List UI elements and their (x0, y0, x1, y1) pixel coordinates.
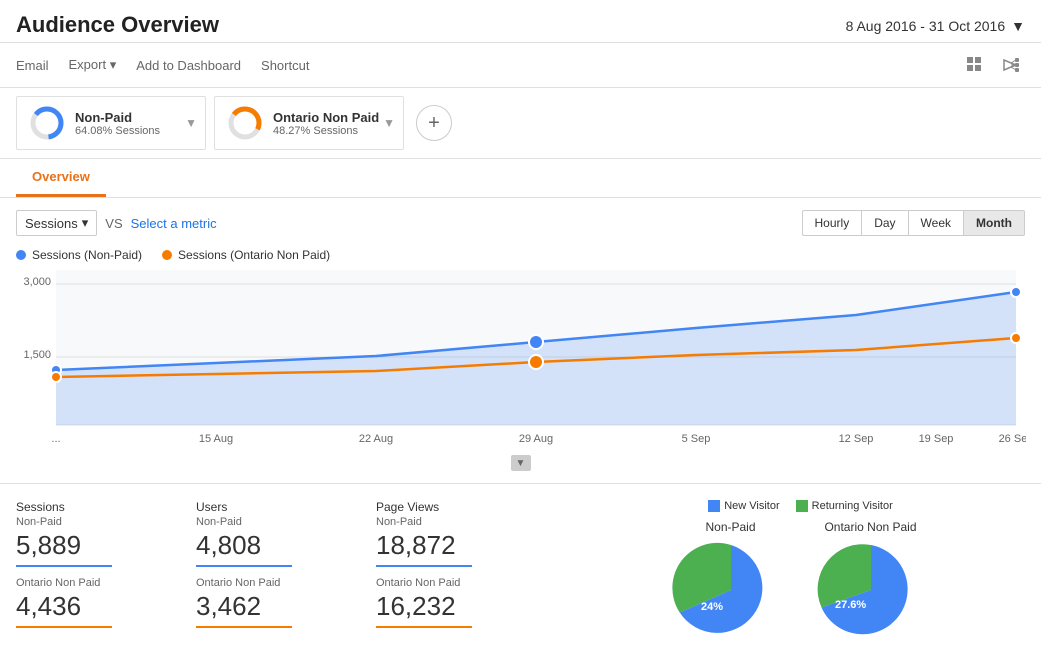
pie-section: New Visitor Returning Visitor Non-Paid 2… (556, 500, 1025, 643)
metric-label: Sessions (25, 216, 78, 231)
segment2-sub: 48.27% Sessions (273, 125, 379, 137)
time-btn-day[interactable]: Day (862, 210, 908, 236)
tab-overview[interactable]: Overview (16, 159, 106, 197)
svg-text:22 Aug: 22 Aug (359, 433, 393, 445)
stat-sessions-val1: 5,889 (16, 530, 176, 561)
stat-sessions-val2: 4,436 (16, 591, 176, 622)
pie-nonpaid-title: Non-Paid (671, 520, 791, 534)
stat-users-val2: 3,462 (196, 591, 356, 622)
add-segment-button[interactable]: + (416, 105, 452, 141)
pie-legend-returning: Returning Visitor (796, 500, 893, 512)
pie-legend-returning-label: Returning Visitor (812, 500, 893, 512)
pie-legend-new-label: New Visitor (724, 500, 779, 512)
svg-text:19 Sep: 19 Sep (919, 433, 954, 445)
svg-text:29 Aug: 29 Aug (519, 433, 553, 445)
svg-text:1,500: 1,500 (23, 349, 51, 361)
date-range-text: 8 Aug 2016 - 31 Oct 2016 (846, 18, 1006, 34)
segment-card-nonpaid[interactable]: Non-Paid 64.08% Sessions ▼ (16, 96, 206, 150)
time-btn-month[interactable]: Month (964, 210, 1025, 236)
stat-pageviews-val2: 16,232 (376, 591, 536, 622)
legend-dot-ontario (162, 250, 172, 260)
stat-pageviews: Page Views Non-Paid 18,872 Ontario Non P… (376, 500, 556, 643)
segment2-name: Ontario Non Paid (273, 110, 379, 125)
legend-nonpaid: Sessions (Non-Paid) (16, 248, 142, 262)
time-btn-week[interactable]: Week (909, 210, 964, 236)
vs-text: VS (105, 216, 122, 231)
stat-sessions-seg1: Non-Paid (16, 516, 176, 528)
page-title: Audience Overview (16, 12, 219, 38)
stat-sessions-label: Sessions (16, 500, 176, 514)
pie-ontario: Ontario Non Paid 27.6% (811, 520, 931, 643)
pie-legend-box-returning (796, 500, 808, 512)
chart-scroll-indicator[interactable]: ▼ (511, 455, 531, 471)
segment1-name: Non-Paid (75, 110, 160, 125)
svg-text:3,000: 3,000 (23, 276, 51, 288)
legend-label-nonpaid: Sessions (Non-Paid) (32, 248, 142, 262)
pie-ontario-title: Ontario Non Paid (811, 520, 931, 534)
date-dropdown-icon[interactable]: ▼ (1011, 18, 1025, 34)
svg-text:26 Sep: 26 Sep (999, 433, 1026, 445)
stat-users: Users Non-Paid 4,808 Ontario Non Paid 3,… (196, 500, 376, 643)
svg-text:27.6%: 27.6% (835, 599, 866, 611)
stat-pageviews-seg1: Non-Paid (376, 516, 536, 528)
stat-pageviews-label: Page Views (376, 500, 536, 514)
stat-pageviews-val1: 18,872 (376, 530, 536, 561)
toolbar-email[interactable]: Email (16, 58, 49, 73)
grid-icon[interactable] (961, 51, 989, 79)
segment1-sub: 64.08% Sessions (75, 125, 160, 137)
toolbar-shortcut[interactable]: Shortcut (261, 58, 309, 73)
stat-sessions-seg2: Ontario Non Paid (16, 577, 176, 589)
stat-users-val1: 4,808 (196, 530, 356, 561)
stat-users-seg2: Ontario Non Paid (196, 577, 356, 589)
toolbar-export[interactable]: Export ▾ (69, 57, 117, 73)
stat-users-label: Users (196, 500, 356, 514)
svg-text:15 Aug: 15 Aug (199, 433, 233, 445)
pie-legend-new: New Visitor (708, 500, 779, 512)
share-icon[interactable] (997, 51, 1025, 79)
toolbar-add-dashboard[interactable]: Add to Dashboard (136, 58, 241, 73)
time-btn-hourly[interactable]: Hourly (802, 210, 863, 236)
chart-area: 3,000 1,500 ... 15 Au (16, 270, 1025, 471)
stat-pageviews-seg2: Ontario Non Paid (376, 577, 536, 589)
svg-text:5 Sep: 5 Sep (682, 433, 711, 445)
segment-card-ontario[interactable]: Ontario Non Paid 48.27% Sessions ▼ (214, 96, 404, 150)
legend-ontario: Sessions (Ontario Non Paid) (162, 248, 330, 262)
select-metric-link[interactable]: Select a metric (131, 216, 217, 231)
svg-text:...: ... (51, 433, 60, 445)
pie-legend-box-new (708, 500, 720, 512)
segment1-dropdown-icon[interactable]: ▼ (185, 116, 197, 130)
metric-select[interactable]: Sessions ▾ (16, 210, 97, 236)
svg-text:12 Sep: 12 Sep (839, 433, 874, 445)
legend-dot-nonpaid (16, 250, 26, 260)
segment2-dropdown-icon[interactable]: ▼ (383, 116, 395, 130)
stat-users-seg1: Non-Paid (196, 516, 356, 528)
stat-sessions: Sessions Non-Paid 5,889 Ontario Non Paid… (16, 500, 196, 643)
legend-label-ontario: Sessions (Ontario Non Paid) (178, 248, 330, 262)
svg-text:24%: 24% (701, 601, 723, 613)
pie-nonpaid: Non-Paid 24% (671, 520, 791, 643)
metric-dropdown-icon: ▾ (82, 215, 89, 231)
